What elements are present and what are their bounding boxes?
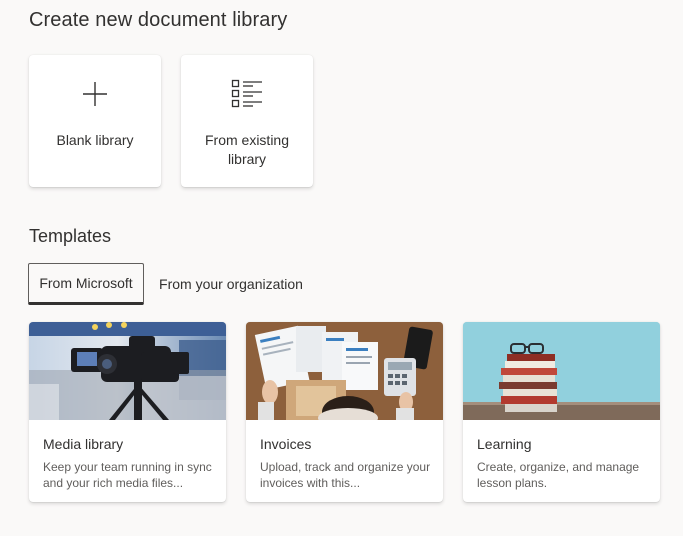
template-card-invoices[interactable]: Invoices Upload, track and organize your…	[246, 322, 443, 502]
template-name: Learning	[477, 436, 532, 452]
template-description: Keep your team running in sync and your …	[43, 460, 212, 490]
stack-of-books-image	[463, 322, 660, 420]
template-name: Media library	[43, 436, 124, 452]
blank-library-card[interactable]: Blank library	[29, 55, 161, 187]
templates-heading: Templates	[29, 226, 112, 246]
plus-icon	[29, 79, 161, 109]
tab-from-your-organization[interactable]: From your organization	[152, 263, 310, 305]
page-title: Create new document library	[29, 9, 288, 31]
media-production-image	[29, 322, 226, 420]
template-name: Invoices	[260, 436, 312, 452]
template-description: Create, organize, and manage lesson plan…	[477, 460, 640, 490]
invoices-desk-image	[246, 322, 443, 420]
tab-from-microsoft[interactable]: From Microsoft	[28, 263, 144, 305]
template-description: Upload, track and organize your invoices…	[260, 460, 431, 490]
template-card-media-library[interactable]: Media library Keep your team running in …	[29, 322, 226, 502]
blank-library-label: Blank library	[56, 132, 134, 148]
from-existing-library-card[interactable]: From existing library	[181, 55, 313, 187]
from-existing-library-label: From existing library	[204, 132, 290, 167]
list-icon	[181, 79, 313, 109]
template-card-learning[interactable]: Learning Create, organize, and manage le…	[463, 322, 660, 502]
